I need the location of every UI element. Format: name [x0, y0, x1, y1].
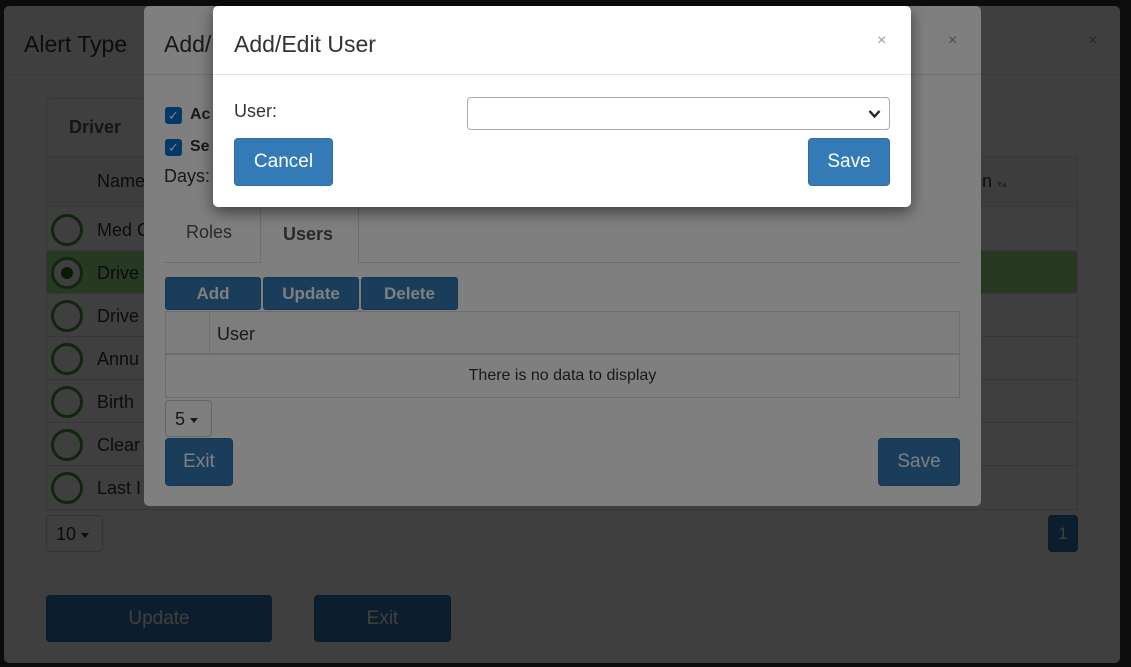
- user-label: User:: [234, 101, 278, 121]
- save-button[interactable]: Save: [808, 138, 890, 186]
- add-edit-user-close-icon[interactable]: ×: [877, 32, 886, 50]
- chevron-down-icon: [868, 110, 881, 119]
- cancel-button[interactable]: Cancel: [234, 138, 333, 186]
- user-select[interactable]: [467, 97, 890, 130]
- add-edit-user-title: Add/Edit User: [234, 31, 376, 57]
- add-edit-user-modal: Add/Edit User × User: Cancel Save: [213, 6, 911, 207]
- add-edit-user-divider: [213, 74, 911, 75]
